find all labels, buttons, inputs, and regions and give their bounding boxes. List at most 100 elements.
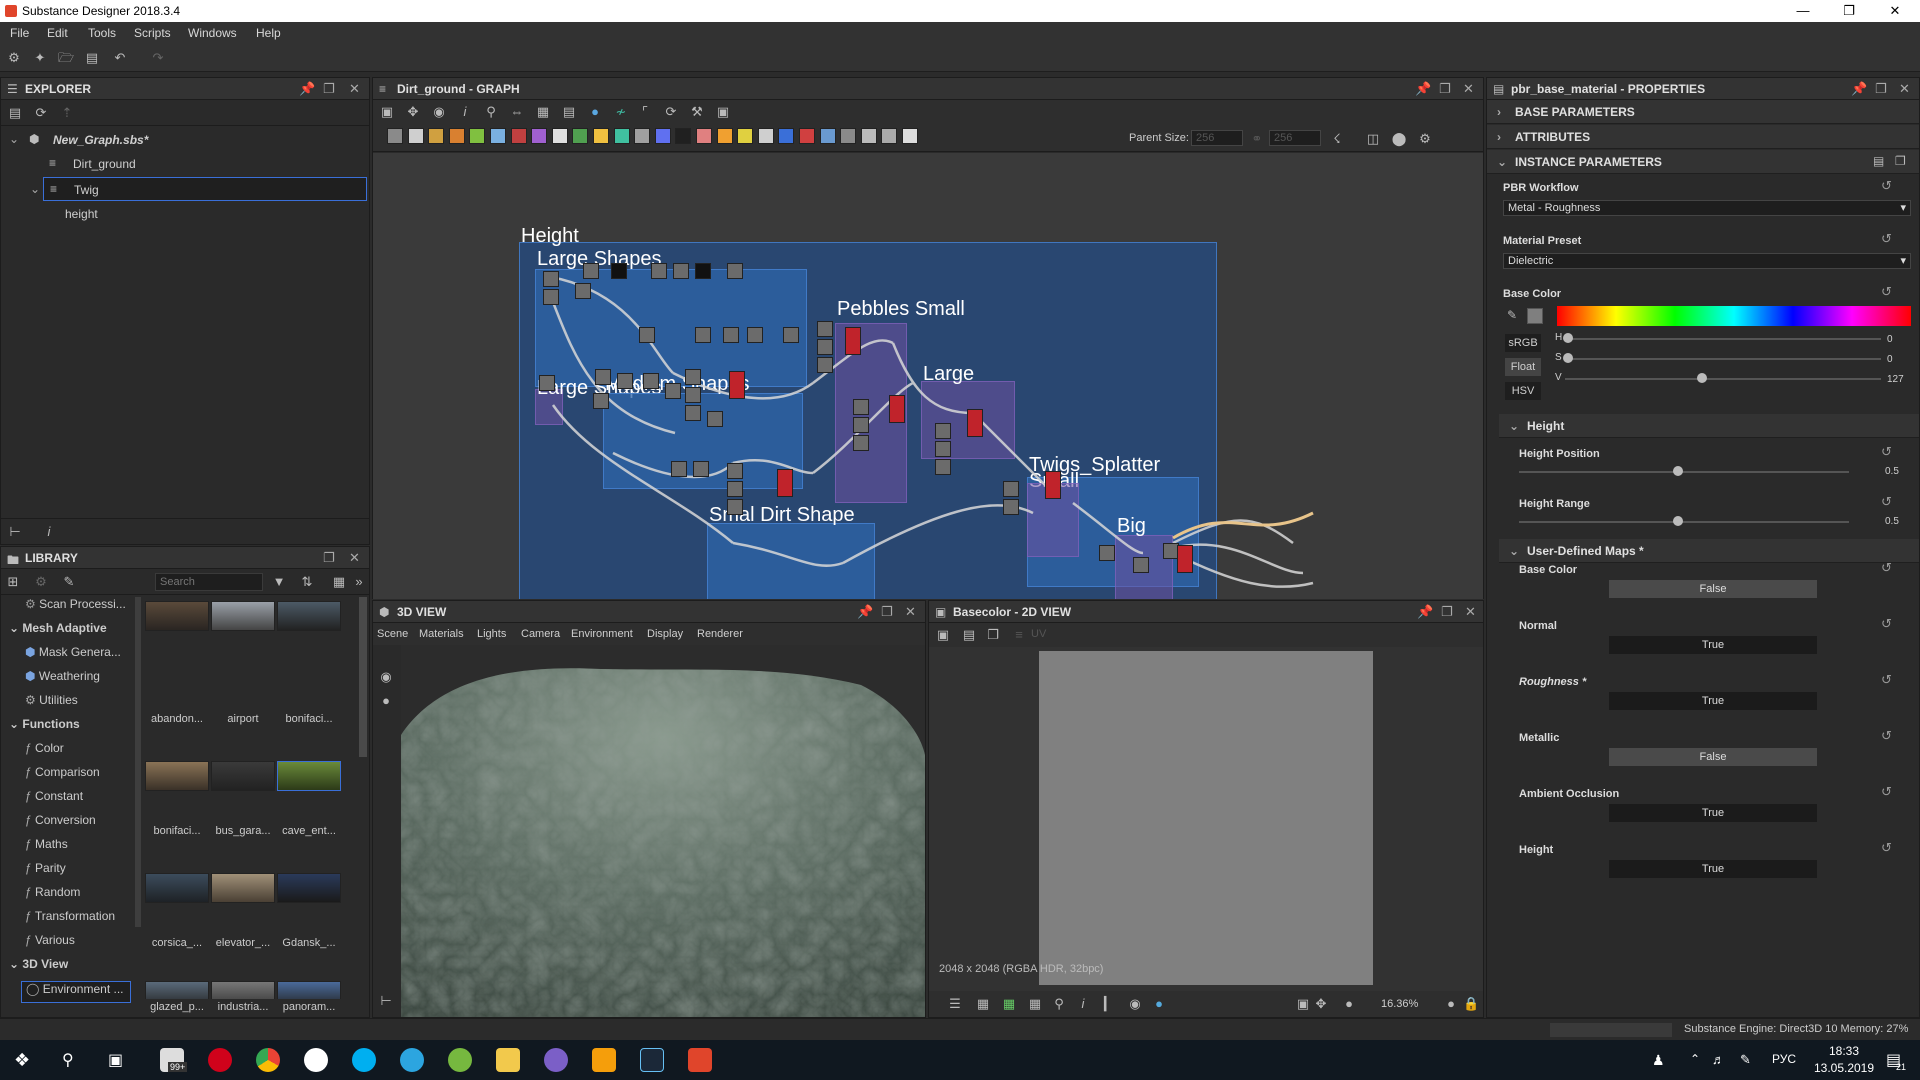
reset-icon[interactable]: ↺	[1881, 840, 1892, 856]
library-search-input[interactable]	[155, 573, 263, 591]
windows-start-icon[interactable]: ❖	[14, 1050, 30, 1071]
3d-viewport[interactable]	[401, 645, 925, 1017]
output-row-height[interactable]: height	[1, 202, 369, 226]
menu-edit[interactable]: Edit	[47, 26, 68, 40]
category-conversion[interactable]: ƒ Conversion	[25, 813, 96, 835]
category-3d-view[interactable]: ⌄ 3D View	[9, 957, 68, 979]
height-range-slider[interactable]	[1519, 521, 1849, 523]
light-icon[interactable]: ●	[378, 693, 394, 709]
material-preset-select[interactable]: Dielectric ▾	[1503, 253, 1911, 269]
atomic-node-warp-icon[interactable]	[510, 128, 527, 144]
graph-node[interactable]	[747, 327, 763, 343]
graph-node[interactable]	[593, 393, 609, 409]
reset-icon[interactable]: ↺	[1881, 444, 1892, 460]
map-toggle-button[interactable]: True	[1609, 636, 1817, 654]
graph-node[interactable]	[845, 327, 861, 355]
2d-viewport[interactable]: 2048 x 2048 (RGBA HDR, 32bpc)	[929, 647, 1483, 991]
graph-node[interactable]	[643, 373, 659, 389]
opera-icon[interactable]	[208, 1048, 232, 1072]
publish-icon[interactable]: ⇡	[59, 105, 75, 121]
menu-scene[interactable]: Scene	[377, 628, 408, 640]
graph-node[interactable]	[853, 435, 869, 451]
category-maths[interactable]: ƒ Maths	[25, 837, 68, 859]
mode-float[interactable]: Float	[1505, 358, 1541, 376]
pen-icon[interactable]: ✎	[1740, 1052, 1751, 1068]
graph-node[interactable]	[617, 373, 633, 389]
file-explorer-icon[interactable]	[496, 1048, 520, 1072]
map-toggle-button[interactable]: False	[1609, 580, 1817, 598]
category-mask-generators[interactable]: ⬢ Mask Genera...	[25, 645, 121, 667]
graph-node[interactable]	[595, 369, 611, 385]
thumbnail[interactable]	[211, 873, 275, 903]
new-graph-icon[interactable]: ✦	[32, 50, 48, 66]
float-icon[interactable]: ❐	[881, 604, 893, 620]
atomic-node-input-icon[interactable]	[902, 128, 918, 144]
reset-icon[interactable]: ↺	[1881, 784, 1892, 800]
graph-node[interactable]	[777, 469, 793, 497]
graph-node[interactable]	[935, 459, 951, 475]
info-icon[interactable]: i	[41, 524, 57, 540]
float-icon[interactable]: ❐	[323, 550, 335, 566]
thumbnail[interactable]	[145, 873, 209, 903]
graph-node[interactable]	[889, 395, 905, 423]
category-weathering[interactable]: ⬢ Weathering	[25, 669, 100, 691]
graph-settings-icon[interactable]: ⚙	[1417, 131, 1433, 147]
close-panel-icon[interactable]: ✕	[349, 550, 360, 566]
float-icon[interactable]: ❐	[1441, 604, 1453, 620]
crosshair-icon[interactable]: ✥	[1313, 996, 1329, 1012]
graph-node[interactable]	[583, 263, 599, 279]
atomic-node-tile-icon[interactable]	[860, 128, 877, 144]
map-toggle-button[interactable]: False	[1609, 748, 1817, 766]
thumbnail[interactable]	[145, 761, 209, 791]
graph-node[interactable]	[611, 263, 627, 279]
graph-node[interactable]	[665, 383, 681, 399]
uv-icon[interactable]: ≡	[1011, 627, 1027, 643]
checker-icon[interactable]: ▦	[975, 996, 991, 1012]
link-icon[interactable]: ⚭	[1249, 131, 1265, 147]
category-parity[interactable]: ƒ Parity	[25, 861, 66, 883]
thumbnail-selected[interactable]	[277, 761, 341, 791]
tools-icon[interactable]: ⚒	[689, 104, 705, 120]
group-height[interactable]: ⌄ Height	[1499, 414, 1919, 438]
open-folder-icon[interactable]: 🗁	[58, 50, 74, 66]
graph-node[interactable]	[671, 461, 687, 477]
category-environment[interactable]: ◯ Environment ...	[21, 981, 131, 1003]
atomic-node-fxmap-icon[interactable]	[572, 128, 589, 144]
atomic-node-levels-icon[interactable]	[448, 128, 465, 144]
graph-node[interactable]	[727, 263, 743, 279]
connect-icon[interactable]: ⌜	[637, 104, 653, 120]
graph-node[interactable]	[685, 405, 701, 421]
graph-row-dirt-ground[interactable]: ≡ Dirt_ground	[1, 152, 369, 176]
atomic-node-directional-warp-icon[interactable]	[778, 128, 795, 144]
category-various[interactable]: ƒ Various	[25, 933, 75, 955]
mode-srgb[interactable]: sRGB	[1505, 334, 1541, 352]
atomic-node-output-icon[interactable]	[881, 128, 898, 144]
reset-icon[interactable]: ↺	[1881, 728, 1892, 744]
atomic-node-grayscale-icon[interactable]	[634, 128, 651, 144]
copy-icon[interactable]: ❐	[985, 627, 1001, 643]
atomic-node-transform-icon[interactable]	[490, 128, 506, 144]
info-icon[interactable]: i	[457, 104, 473, 120]
utorrent-icon[interactable]	[448, 1048, 472, 1072]
group-user-defined-maps[interactable]: ⌄ User-Defined Maps *	[1499, 539, 1919, 563]
expand-arrow-icon[interactable]: ⌄	[9, 132, 19, 146]
pin-icon[interactable]: 📌	[1417, 604, 1433, 620]
graph-node[interactable]	[727, 463, 743, 479]
v-slider[interactable]	[1565, 378, 1881, 380]
size-select[interactable]: 256	[1269, 130, 1321, 146]
graph-node[interactable]	[543, 271, 559, 287]
export-icon[interactable]: ▣	[715, 104, 731, 120]
telegram-icon[interactable]	[400, 1048, 424, 1072]
reset-icon[interactable]: ↺	[1881, 672, 1892, 688]
skype-icon[interactable]	[352, 1048, 376, 1072]
sublime-icon[interactable]	[592, 1048, 616, 1072]
mode-hsv[interactable]: HSV	[1505, 382, 1541, 400]
graph-node[interactable]	[853, 417, 869, 433]
clock-date[interactable]: 13.05.2019	[1812, 1061, 1876, 1075]
frame-all-icon[interactable]: ▣	[379, 104, 395, 120]
graph-row-twig[interactable]: ⌄ ≡ Twig	[30, 177, 367, 201]
layers-icon[interactable]: ☰	[947, 996, 963, 1012]
expand-arrow-icon[interactable]: ⌄	[30, 182, 40, 196]
graph-node[interactable]	[543, 289, 559, 305]
pin-node-icon[interactable]: ⬤	[1391, 131, 1407, 147]
